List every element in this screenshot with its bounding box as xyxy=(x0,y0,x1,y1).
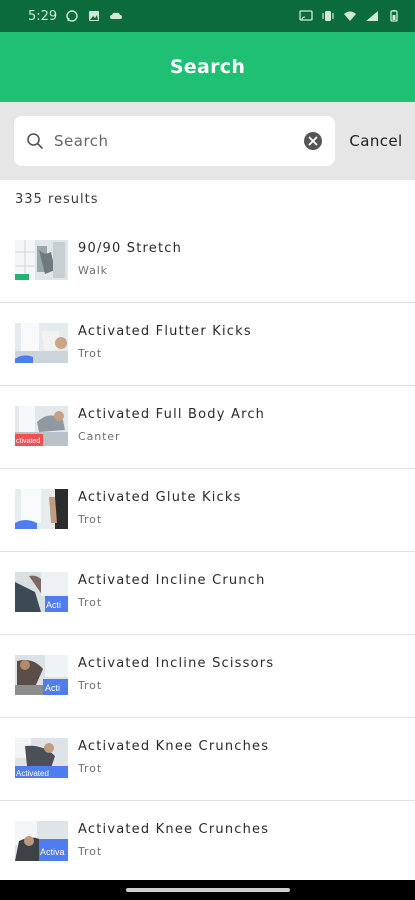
result-title: Activated Incline Crunch xyxy=(78,573,266,588)
result-title: Activated Glute Kicks xyxy=(78,490,242,505)
exercise-thumbnail xyxy=(15,323,68,363)
list-item[interactable]: Acti Activated Incline Crunch Trot xyxy=(0,552,415,635)
exercise-thumbnail: Activa xyxy=(15,821,68,861)
cloud-icon xyxy=(109,10,123,22)
cancel-button[interactable]: Cancel xyxy=(343,116,409,166)
result-title: 90/90 Stretch xyxy=(78,241,183,256)
list-item[interactable]: 90/90 Stretch Walk xyxy=(0,220,415,303)
search-input[interactable] xyxy=(54,132,303,150)
list-item[interactable]: ctivated Activated Full Body Arch Canter xyxy=(0,386,415,469)
result-subtitle: Trot xyxy=(78,762,103,775)
result-title: Activated Full Body Arch xyxy=(78,407,266,422)
exercise-thumbnail xyxy=(15,489,68,529)
page-title: Search xyxy=(169,56,246,78)
result-subtitle: Trot xyxy=(78,513,103,526)
result-subtitle: Walk xyxy=(78,264,108,277)
search-box[interactable] xyxy=(14,116,335,166)
result-subtitle: Trot xyxy=(78,679,103,692)
exercise-thumbnail: Acti xyxy=(15,572,68,612)
app-header: Search xyxy=(0,32,415,102)
wifi-icon xyxy=(343,10,357,22)
clear-search-icon[interactable] xyxy=(303,131,323,151)
result-subtitle: Canter xyxy=(78,430,121,443)
list-item[interactable]: Acti Activated Incline Scissors Trot xyxy=(0,635,415,718)
list-item[interactable]: Activated Flutter Kicks Trot xyxy=(0,303,415,386)
result-title: Activated Flutter Kicks xyxy=(78,324,252,339)
battery-icon xyxy=(387,10,401,22)
exercise-thumbnail: Activated xyxy=(15,738,68,778)
exercise-thumbnail: ctivated xyxy=(15,406,68,446)
status-bar: 5:29 xyxy=(0,0,415,32)
status-right xyxy=(299,10,401,22)
thumbnail-badge-text: Acti xyxy=(46,600,61,610)
results-count: 335 results xyxy=(15,192,99,207)
gallery-icon xyxy=(87,10,101,22)
exercise-thumbnail xyxy=(15,240,68,280)
list-item[interactable]: Activated Activated Knee Crunches Trot xyxy=(0,718,415,801)
search-area: Cancel xyxy=(0,102,415,180)
search-icon xyxy=(26,132,44,150)
thumbnail-badge-text: Acti xyxy=(45,683,60,693)
result-title: Activated Incline Scissors xyxy=(78,656,275,671)
result-subtitle: Trot xyxy=(78,596,103,609)
thumbnail-badge-text: Activated xyxy=(16,769,49,778)
thumbnail-badge-text: ctivated xyxy=(16,438,40,445)
thumbnail-badge-text: Activa xyxy=(40,847,65,857)
result-subtitle: Trot xyxy=(78,845,103,858)
result-subtitle: Trot xyxy=(78,347,103,360)
status-time: 5:29 xyxy=(28,8,58,24)
results-list: 90/90 Stretch Walk Activated Flutter Kic… xyxy=(0,220,415,884)
result-title: Activated Knee Crunches xyxy=(78,822,270,837)
home-handle[interactable] xyxy=(126,888,290,892)
vibrate-icon xyxy=(321,10,335,22)
list-item[interactable]: Activated Glute Kicks Trot xyxy=(0,469,415,552)
result-title: Activated Knee Crunches xyxy=(78,739,270,754)
exercise-thumbnail: Acti xyxy=(15,655,68,695)
navigation-bar xyxy=(0,880,415,900)
signal-icon xyxy=(365,10,379,22)
list-item[interactable]: Activa Activated Knee Crunches Trot xyxy=(0,801,415,884)
status-left: 5:29 xyxy=(28,9,123,24)
cast-icon xyxy=(299,10,313,22)
whatsapp-icon xyxy=(65,10,79,22)
